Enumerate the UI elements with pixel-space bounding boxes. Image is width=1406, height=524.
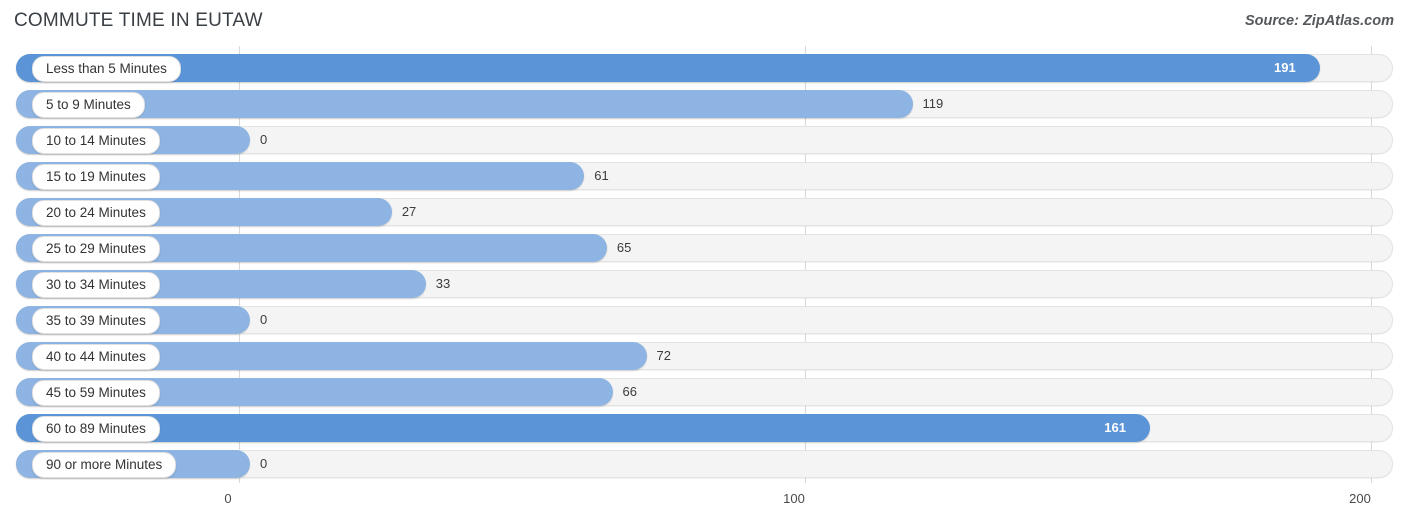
bar-row[interactable]: 0 35 to 39 Minutes <box>16 306 1393 334</box>
category-label: 20 to 24 Minutes <box>32 200 160 226</box>
bar-value-label: 0 <box>260 312 268 327</box>
axis-tick-label: 200 <box>1349 491 1371 506</box>
bar-value-label: 65 <box>616 240 632 255</box>
bar-row[interactable]: 65 25 to 29 Minutes <box>16 234 1393 262</box>
bar-row[interactable]: 72 40 to 44 Minutes <box>16 342 1393 370</box>
bar-row[interactable]: 0 90 or more Minutes <box>16 450 1393 478</box>
bar-value-label: 161 <box>1104 420 1126 435</box>
category-label: Less than 5 Minutes <box>32 56 181 82</box>
bar-value-label: 191 <box>1274 60 1296 75</box>
bar-value-label: 119 <box>922 96 944 111</box>
category-label: 40 to 44 Minutes <box>32 344 160 370</box>
category-label: 15 to 19 Minutes <box>32 164 160 190</box>
category-label: 35 to 39 Minutes <box>32 308 160 334</box>
category-label: 45 to 59 Minutes <box>32 380 160 406</box>
bar-fill <box>16 54 1321 82</box>
bar-value-label: 0 <box>260 456 268 471</box>
category-label: 90 or more Minutes <box>32 452 177 478</box>
bar-fill <box>16 414 1151 442</box>
source-attribution: Source: ZipAtlas.com <box>1244 13 1394 29</box>
category-label: 30 to 34 Minutes <box>32 272 160 298</box>
x-axis: 0 100 200 <box>0 483 1406 524</box>
bar-value-label: 27 <box>401 204 417 219</box>
bar-row[interactable]: 61 15 to 19 Minutes <box>16 162 1393 190</box>
bar-row[interactable]: 33 30 to 34 Minutes <box>16 270 1393 298</box>
page-title: COMMUTE TIME IN EUTAW <box>14 10 263 31</box>
bar-value-label: 0 <box>260 132 268 147</box>
bar-value-label: 33 <box>435 276 451 291</box>
category-label: 25 to 29 Minutes <box>32 236 160 262</box>
bar-row[interactable]: 161 60 to 89 Minutes <box>16 414 1393 442</box>
bar-row[interactable]: 191 Less than 5 Minutes <box>16 54 1393 82</box>
bar-value-label: 61 <box>594 168 609 183</box>
chart-header: COMMUTE TIME IN EUTAW Source: ZipAtlas.c… <box>0 0 1406 46</box>
bar-row[interactable]: 0 10 to 14 Minutes <box>16 126 1393 154</box>
axis-tick-label: 0 <box>224 491 232 506</box>
bar-row[interactable]: 119 5 to 9 Minutes <box>16 90 1393 118</box>
axis-tick-label: 100 <box>783 491 805 506</box>
bar-value-label: 72 <box>656 348 671 363</box>
category-label: 60 to 89 Minutes <box>32 416 160 442</box>
category-label: 10 to 14 Minutes <box>32 128 160 154</box>
chart-plot-area: 191 Less than 5 Minutes 119 5 to 9 Minutes 0… <box>0 46 1406 483</box>
bar-row[interactable]: 66 45 to 59 Minutes <box>16 378 1393 406</box>
bar-fill <box>16 90 913 118</box>
bar-value-label: 66 <box>622 384 638 399</box>
category-label: 5 to 9 Minutes <box>32 92 145 118</box>
bar-row[interactable]: 27 20 to 24 Minutes <box>16 198 1393 226</box>
